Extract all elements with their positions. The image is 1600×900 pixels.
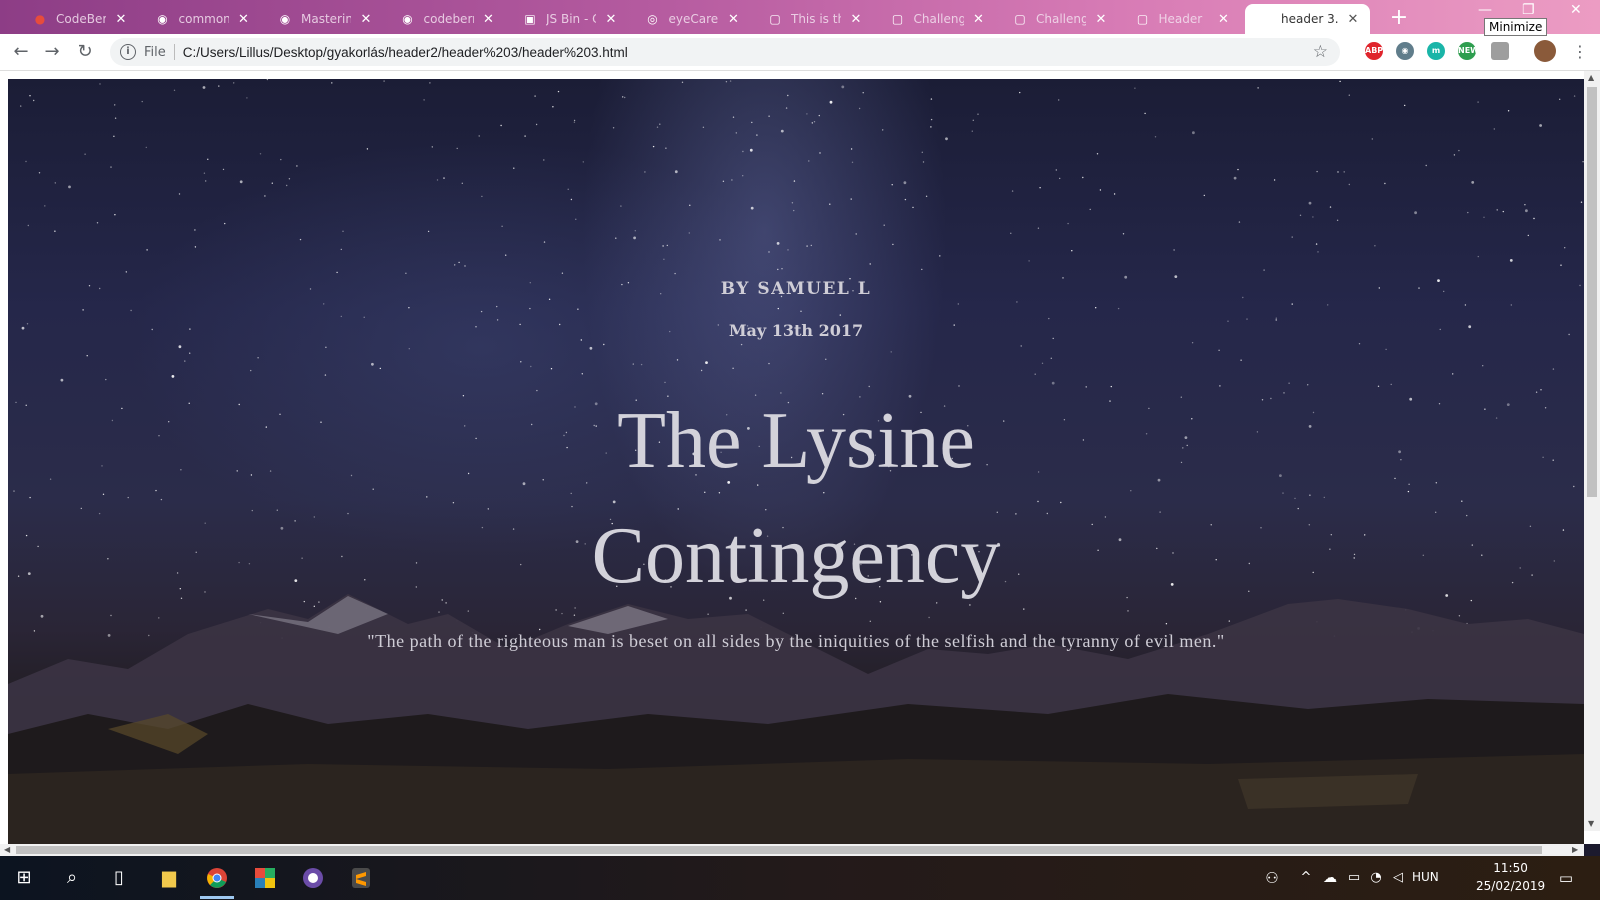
tab-title: CodeBerry [56, 12, 106, 26]
notifications-icon[interactable]: ▭ [1552, 864, 1580, 892]
windows-start-icon[interactable]: ⊞ [10, 864, 38, 892]
horizontal-scrollbar[interactable]: ◀ ▶ [0, 844, 1584, 856]
tab-1[interactable]: ◉ common-c ✕ [143, 4, 261, 34]
page-viewport: BY SAMUEL L May 13th 2017 The Lysine Con… [0, 71, 1600, 844]
clock-date: 25/02/2019 [1476, 879, 1546, 893]
document-icon: ▢ [1014, 12, 1026, 26]
horizontal-scroll-thumb[interactable] [16, 846, 1542, 854]
search-icon[interactable]: ⌕ [58, 864, 86, 892]
volume-icon[interactable]: ◁ [1384, 864, 1412, 892]
close-tab-icon[interactable]: ✕ [237, 12, 251, 27]
tab-strip: ● CodeBerry ✕ ◉ common-c ✕ ◉ Mastering ✕ ◉ codeber… [0, 0, 1600, 36]
tab-title: common-c [178, 12, 229, 26]
document-icon: ▢ [891, 12, 904, 26]
chrome-icon[interactable] [203, 864, 231, 892]
chrome-active-indicator [200, 896, 234, 899]
document-icon: ▢ [769, 12, 781, 26]
close-tab-icon[interactable]: ✕ [482, 12, 496, 27]
tab-10[interactable]: ▢ header 3.ht ✕ [1245, 4, 1370, 34]
office-icon[interactable] [251, 864, 279, 892]
back-arrow-icon[interactable]: ← [9, 40, 33, 64]
tab-title: This is the [791, 12, 841, 26]
document-icon: ▢ [1259, 12, 1271, 26]
close-tab-icon[interactable]: ✕ [359, 12, 373, 27]
close-tab-icon[interactable]: ✕ [727, 12, 741, 27]
close-tab-icon[interactable]: ✕ [849, 12, 863, 27]
url-divider [173, 44, 175, 60]
url-scheme: File [144, 44, 166, 60]
tab-3[interactable]: ◉ codeberry- ✕ [388, 4, 506, 34]
new-extension-icon[interactable]: NEW [1458, 42, 1479, 60]
scroll-up-icon[interactable]: ▲ [1588, 73, 1594, 82]
file-explorer-icon[interactable]: ▆ [155, 864, 183, 892]
post-date: May 13th 2017 [728, 321, 864, 340]
scroll-left-icon[interactable]: ◀ [4, 845, 10, 854]
sublime-text-icon[interactable] [347, 864, 375, 892]
language-indicator[interactable]: HUN [1412, 870, 1439, 884]
minimize-icon[interactable]: — [1478, 2, 1492, 18]
tab-title: Challenge [913, 12, 964, 26]
eye-extension-icon[interactable]: ◉ [1396, 42, 1414, 60]
tab-0[interactable]: ● CodeBerry ✕ [20, 4, 138, 34]
vertical-scrollbar[interactable]: ▲ ▼ [1584, 71, 1600, 831]
close-tab-icon[interactable]: ✕ [1217, 12, 1231, 27]
tab-4[interactable]: ▣ JS Bin - Co ✕ [510, 4, 628, 34]
people-icon[interactable]: ⚇ [1258, 864, 1286, 892]
close-tab-icon[interactable]: ✕ [114, 12, 128, 27]
tab-title: Header [1158, 12, 1203, 26]
document-icon: ▢ [1136, 12, 1149, 26]
github-icon: ◉ [279, 12, 291, 26]
tab-7[interactable]: ▢ Challenge ✕ [878, 4, 996, 34]
address-bar[interactable]: i File C:/Users/Lillus/Desktop/gyakorlás… [110, 38, 1340, 66]
reload-icon[interactable]: ↻ [73, 40, 97, 64]
new-tab-button[interactable]: + [1385, 6, 1413, 32]
m-extension-icon[interactable]: m [1427, 42, 1445, 60]
scroll-right-icon[interactable]: ▶ [1572, 845, 1578, 854]
codeberry-icon: ● [34, 12, 46, 26]
hero-header: BY SAMUEL L May 13th 2017 The Lysine Con… [8, 79, 1584, 844]
tab-8[interactable]: ▢ Challenge ✕ [1000, 4, 1118, 34]
forward-arrow-icon[interactable]: → [40, 40, 64, 64]
adblock-icon[interactable]: ABP [1365, 42, 1383, 60]
close-window-icon[interactable]: ✕ [1570, 2, 1582, 18]
vertical-scroll-thumb[interactable] [1587, 87, 1597, 497]
byline: BY SAMUEL L [720, 279, 872, 299]
page-title: The Lysine Contingency [591, 397, 1001, 600]
maximize-icon[interactable]: ❐ [1522, 2, 1535, 18]
tab-5[interactable]: ◎ eyeCare - ✕ [633, 4, 751, 34]
more-menu-icon[interactable]: ⋮ [1568, 40, 1592, 64]
tab-9[interactable]: ▢ Header ✕ [1123, 4, 1241, 34]
tooltip: Minimize [1484, 18, 1548, 36]
avatar[interactable] [1534, 40, 1556, 62]
info-icon[interactable]: i [120, 44, 136, 60]
gray-extension-icon[interactable] [1491, 42, 1509, 60]
github-icon: ◉ [157, 12, 168, 26]
tab-2[interactable]: ◉ Mastering ✕ [265, 4, 383, 34]
bookmark-star-icon[interactable]: ☆ [1313, 42, 1328, 62]
close-tab-icon[interactable]: ✕ [1346, 12, 1360, 27]
app-circle-icon[interactable] [299, 864, 327, 892]
tab-title: Mastering [301, 12, 351, 26]
hero-quote: "The path of the righteous man is beset … [367, 631, 1225, 651]
github-icon: ◉ [402, 12, 413, 26]
tab-6[interactable]: ▢ This is the ✕ [755, 4, 873, 34]
browser-toolbar: ← → ↻ i File C:/Users/Lillus/Desktop/gya… [0, 34, 1600, 71]
tab-title: eyeCare - [668, 12, 719, 26]
close-tab-icon[interactable]: ✕ [972, 12, 986, 27]
tab-title: JS Bin - Co [546, 12, 596, 26]
eye-icon: ◎ [647, 12, 658, 26]
close-tab-icon[interactable]: ✕ [1094, 12, 1108, 27]
jsbin-icon: ▣ [524, 12, 536, 26]
tab-title: Challenge [1036, 12, 1086, 26]
tab-title: codeberry- [423, 12, 474, 26]
clock[interactable]: 11:50 25/02/2019 [1476, 859, 1545, 895]
task-view-icon[interactable]: ▯ [105, 864, 133, 892]
windows-taskbar: ⊞ ⌕ ▯ ▆ ⚇ ^ ☁ ▭ ◔ ◁ HUN 11:50 25/02/2019… [0, 856, 1600, 900]
close-tab-icon[interactable]: ✕ [604, 12, 618, 27]
url-text[interactable]: C:/Users/Lillus/Desktop/gyakorlás/header… [183, 45, 1313, 60]
clock-time: 11:50 [1493, 861, 1528, 875]
scroll-down-icon[interactable]: ▼ [1588, 819, 1594, 828]
tab-title: header 3.ht [1281, 12, 1338, 26]
